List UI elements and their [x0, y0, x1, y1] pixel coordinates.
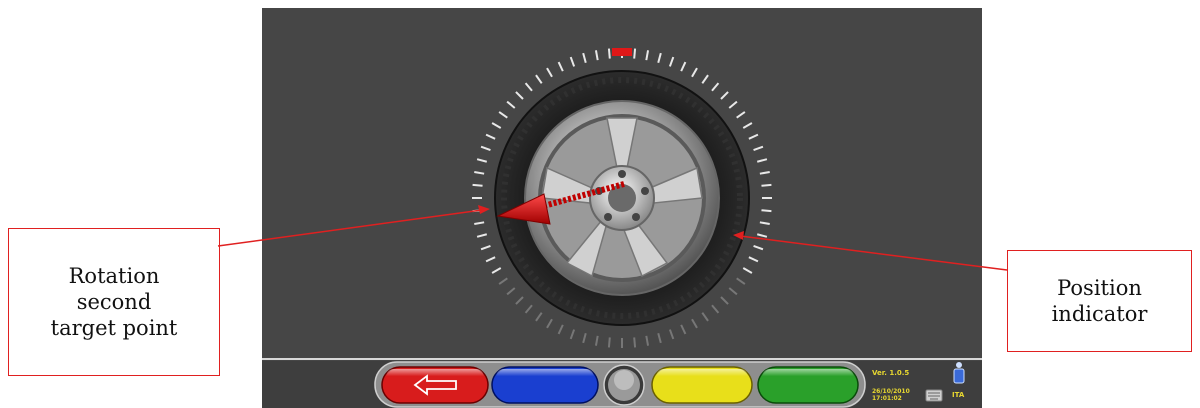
scale-tick: [569, 56, 576, 67]
scale-tick: [535, 312, 543, 322]
scale-tick: [761, 209, 772, 213]
scale-tick: [472, 183, 483, 187]
scale-tick: [711, 82, 720, 92]
scale-tick: [498, 111, 508, 119]
scale-tick: [474, 170, 485, 175]
scale-tick: [594, 335, 599, 346]
scale-tick: [472, 209, 483, 213]
scale-tick: [485, 133, 496, 140]
scale-tick: [759, 221, 770, 226]
scale-tick: [633, 48, 637, 59]
position-indicator-top: [612, 48, 632, 56]
callout-position-label: Position indicator: [1051, 276, 1148, 326]
scale-tick: [582, 52, 587, 64]
scale-tick: [498, 277, 508, 285]
scale-tick: [546, 318, 553, 329]
scale-tick: [748, 256, 759, 263]
scale-tick: [701, 74, 709, 84]
scale-tick: [607, 337, 611, 348]
callout-rotation-target: Rotation second target point: [8, 228, 220, 376]
scale-tick: [594, 50, 599, 61]
software-version: Ver. 1.0.5: [872, 369, 910, 377]
scale-tick: [728, 100, 738, 109]
scale-tick: [720, 296, 729, 305]
scale-tick: [657, 52, 662, 64]
scale-tick: [742, 122, 753, 129]
function-bar: Ver. 1.0.5 26/10/2010 17:01:02 ITA: [262, 361, 982, 408]
green-button[interactable]: [757, 366, 859, 404]
scale-tick: [668, 329, 675, 340]
scale-tick: [645, 335, 650, 346]
scale-tick: [524, 82, 533, 92]
date-time: 26/10/2010 17:01:02: [872, 388, 910, 402]
yellow-button[interactable]: [651, 366, 753, 404]
scale-tick: [476, 233, 488, 238]
callout-position-indicator: Position indicator: [1007, 250, 1192, 352]
scale-tick: [691, 318, 698, 329]
scale-tick: [720, 91, 729, 100]
scale-tick: [680, 61, 687, 72]
date-text: 26/10/2010: [872, 388, 910, 395]
center-button[interactable]: [603, 364, 645, 406]
scale-tick: [491, 267, 502, 274]
scale-tick: [480, 145, 491, 152]
time-text: 17:01:02: [872, 395, 902, 402]
scale-tick: [485, 256, 496, 263]
scale-tick: [546, 67, 553, 78]
scale-tick: [476, 158, 488, 163]
scale-tick: [657, 332, 662, 344]
scale-tick: [569, 329, 576, 340]
back-button[interactable]: [381, 366, 489, 404]
scale-tick: [515, 91, 524, 100]
scale-tick: [753, 145, 764, 152]
scale-tick: [480, 244, 491, 251]
scale-tick: [756, 233, 768, 238]
scale-tick: [680, 324, 687, 335]
wheel-service-screen: Ver. 1.0.5 26/10/2010 17:01:02 ITA: [262, 8, 982, 408]
scale-tick: [753, 244, 764, 251]
scale-tick: [607, 48, 611, 59]
scale-tick: [711, 304, 720, 314]
scale-tick: [535, 74, 543, 84]
device-icon[interactable]: [953, 362, 965, 384]
scale-tick: [633, 337, 637, 348]
keyboard-icon[interactable]: [925, 389, 943, 402]
scale-tick: [491, 122, 502, 129]
scale-tick: [736, 111, 746, 119]
scale-tick: [756, 158, 768, 163]
scale-tick: [736, 277, 746, 285]
scale-tick: [691, 67, 698, 78]
toolbar-divider: [262, 358, 982, 360]
blue-button[interactable]: [491, 366, 599, 404]
scale-tick: [759, 170, 770, 175]
callout-rotation-label: Rotation second target point: [50, 264, 178, 340]
scale-tick: [742, 267, 753, 274]
scale-tick: [506, 100, 516, 109]
scale-tick: [515, 296, 524, 305]
language-indicator[interactable]: ITA: [952, 391, 964, 399]
scale-tick: [668, 56, 675, 67]
scale-tick: [557, 61, 564, 72]
scale-tick: [701, 312, 709, 322]
scale-tick: [748, 133, 759, 140]
scale-tick: [761, 183, 772, 187]
scale-tick: [645, 50, 650, 61]
scale-tick: [728, 287, 738, 296]
scale-tick: [506, 287, 516, 296]
scale-tick: [557, 324, 564, 335]
scale-tick: [524, 304, 533, 314]
scale-tick: [474, 221, 485, 226]
wheel-display: [472, 48, 772, 348]
scale-tick: [582, 332, 587, 344]
